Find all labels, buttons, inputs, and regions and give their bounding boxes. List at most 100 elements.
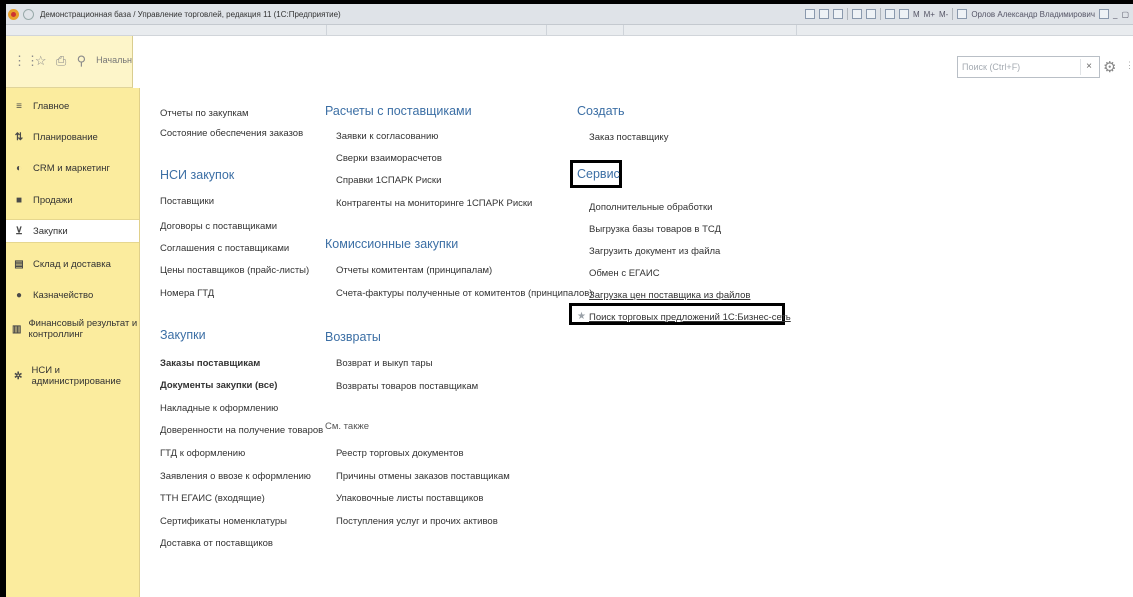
link-spark-monitoring[interactable]: Контрагенты на мониторинге 1СПАРК Риски — [336, 198, 532, 209]
current-user[interactable]: Орлов Александр Владимирович — [971, 10, 1095, 19]
link-import-applications[interactable]: Заявления о ввозе к оформлению — [160, 471, 311, 482]
link-container-return[interactable]: Возврат и выкуп тары — [336, 358, 433, 369]
link-supplier-orders[interactable]: Заказы поставщикам — [160, 358, 260, 369]
sidebar-item-warehouse[interactable]: ▤ Склад и доставка — [6, 252, 139, 276]
crm-icon: ◐ — [15, 162, 23, 174]
sections-grid-icon[interactable]: ⋮⋮ — [13, 54, 39, 68]
sidebar-item-sales[interactable]: ■ Продажи — [6, 188, 139, 212]
main-menu-icon[interactable] — [23, 8, 34, 20]
group-header-purchases: Закупки — [160, 328, 206, 342]
start-page-tab[interactable]: Начальн — [96, 54, 132, 65]
memory-add-button[interactable]: M+ — [924, 10, 935, 19]
group-header-settlements: Расчеты с поставщиками — [325, 104, 472, 118]
link-egais-exchange[interactable]: Обмен с ЕГАИС — [589, 268, 660, 279]
print-icon[interactable] — [818, 9, 829, 19]
title-bar: Демонстрационная база / Управление торго… — [6, 4, 1133, 25]
save-icon[interactable] — [804, 9, 815, 19]
toolbar-divider — [879, 8, 881, 20]
link-spark-reports[interactable]: Справки 1СПАРК Риски — [336, 175, 441, 186]
title-toolbar: M M+ M- Орлов Александр Владимирович _ ▢ — [804, 8, 1133, 20]
sidebar-item-label: Закупки — [33, 225, 68, 237]
memory-button[interactable]: M — [913, 10, 920, 19]
chart-icon: ▥ — [12, 323, 22, 335]
link-consignor-reports[interactable]: Отчеты комитентам (принципалам) — [336, 265, 492, 276]
link-invoices-to-process[interactable]: Накладные к оформлению — [160, 403, 278, 414]
more-icon[interactable]: ⋮ — [1125, 60, 1133, 71]
memory-subtract-button[interactable]: M- — [939, 10, 948, 19]
link-business-network-search[interactable]: Поиск торговых предложений 1С:Бизнес-сет… — [589, 312, 791, 323]
link-gtd-to-process[interactable]: ГТД к оформлению — [160, 448, 245, 459]
sidebar-item-label: Казначейство — [33, 289, 94, 301]
link-load-document[interactable]: Загрузить документ из файла — [589, 246, 720, 257]
settings-gear-icon[interactable]: ⚙ — [1103, 58, 1116, 76]
link-supplier-prices[interactable]: Цены поставщиков (прайс-листы) — [160, 265, 309, 276]
sidebar-item-label: Склад и доставка — [33, 258, 111, 270]
link-certificates[interactable]: Сертификаты номенклатуры — [160, 516, 287, 527]
link-consignor-invoices[interactable]: Счета-фактуры полученные от комитентов (… — [336, 288, 592, 299]
history-icon[interactable]: ⎙ — [54, 54, 67, 68]
calculator-icon[interactable] — [898, 9, 909, 19]
sidebar-item-planning[interactable]: ⇅ Планирование — [6, 125, 139, 149]
preview-icon[interactable] — [832, 9, 843, 19]
search-icon[interactable]: ⚲ — [75, 54, 88, 68]
link-supplier-delivery[interactable]: Доставка от поставщиков — [160, 538, 273, 549]
window-icon[interactable] — [957, 9, 968, 19]
app-logo-icon[interactable] — [8, 8, 19, 20]
favorites-star-icon[interactable]: ☆ — [34, 54, 47, 68]
sidebar-item-financial-result[interactable]: ▥ Финансовый результат и контроллинг — [6, 314, 139, 344]
cart-icon: ⊻ — [15, 225, 23, 237]
link-suppliers[interactable]: Поставщики — [160, 196, 214, 207]
minimize-icon[interactable]: _ — [1113, 10, 1117, 19]
planning-icon: ⇅ — [14, 131, 24, 143]
group-header-service: Сервис — [577, 167, 620, 181]
favorite-star-icon[interactable]: ★ — [577, 311, 586, 322]
sidebar-item-label: Финансовый результат и контроллинг — [28, 318, 138, 340]
link-purchase-documents[interactable]: Документы закупки (все) — [160, 380, 277, 391]
warehouse-icon: ▤ — [14, 258, 24, 270]
user-menu-icon[interactable] — [1098, 9, 1109, 19]
link-supplier-returns[interactable]: Возвраты товаров поставщикам — [336, 381, 478, 392]
link-egais-ttn[interactable]: ТТН ЕГАИС (входящие) — [160, 493, 265, 504]
clear-search-icon[interactable]: × — [1080, 59, 1097, 75]
link-trade-docs-registry[interactable]: Реестр торговых документов — [336, 448, 464, 459]
link-purchase-reports[interactable]: Отчеты по закупкам — [160, 108, 249, 119]
treasury-icon: ● — [15, 289, 23, 301]
calendar-icon[interactable] — [884, 9, 895, 19]
tab-divider — [623, 25, 624, 35]
section-header: ⋮⋮ ☆ ⎙ ⚲ Начальн — [6, 36, 133, 88]
toolbar-divider — [846, 8, 848, 20]
window-title: Демонстрационная база / Управление торго… — [40, 9, 341, 19]
tab-divider — [796, 25, 797, 35]
maximize-icon[interactable]: ▢ — [1121, 10, 1129, 19]
link-packing-lists[interactable]: Упаковочные листы поставщиков — [336, 493, 483, 504]
link-powers-of-attorney[interactable]: Доверенности на получение товаров — [160, 425, 323, 436]
link-cancel-reasons[interactable]: Причины отмены заказов поставщикам — [336, 471, 510, 482]
link-order-provision-status[interactable]: Состояние обеспечения заказов — [160, 128, 303, 139]
link-create-supplier-order[interactable]: Заказ поставщику — [589, 132, 668, 143]
link-supplier-agreements[interactable]: Соглашения с поставщиками — [160, 243, 289, 254]
tab-strip — [6, 25, 1133, 36]
link-additional-processing[interactable]: Дополнительные обработки — [589, 202, 712, 213]
sidebar-item-label: CRM и маркетинг — [33, 162, 110, 174]
sales-bag-icon: ■ — [15, 194, 23, 206]
sections-sidebar: ≡ Главное ⇅ Планирование ◐ CRM и маркети… — [6, 88, 140, 597]
search-box: × — [957, 56, 1100, 78]
link-reconciliations[interactable]: Сверки взаиморасчетов — [336, 153, 442, 164]
link-icon[interactable] — [865, 9, 876, 19]
group-header-commission: Комиссионные закупки — [325, 237, 459, 251]
sidebar-item-purchases[interactable]: ⊻ Закупки — [6, 219, 139, 243]
sidebar-item-label: НСИ и администрирование — [31, 365, 122, 387]
link-load-supplier-prices[interactable]: Загрузка цен поставщика из файлов — [589, 290, 750, 301]
sidebar-item-main[interactable]: ≡ Главное — [6, 94, 139, 118]
link-tsd-export[interactable]: Выгрузка базы товаров в ТСД — [589, 224, 721, 235]
sidebar-item-crm[interactable]: ◐ CRM и маркетинг — [6, 156, 139, 180]
sidebar-item-admin[interactable]: ✲ НСИ и администрирование — [6, 361, 139, 391]
link-services-receipts[interactable]: Поступления услуг и прочих активов — [336, 516, 498, 527]
link-gtd-numbers[interactable]: Номера ГТД — [160, 288, 214, 299]
sidebar-item-treasury[interactable]: ● Казначейство — [6, 283, 139, 307]
link-supplier-contracts[interactable]: Договоры с поставщиками — [160, 221, 277, 232]
search-input[interactable] — [958, 61, 1080, 73]
gear-icon: ✲ — [14, 370, 23, 382]
link-approval-requests[interactable]: Заявки к согласованию — [336, 131, 438, 142]
favorites-icon[interactable] — [851, 9, 862, 19]
